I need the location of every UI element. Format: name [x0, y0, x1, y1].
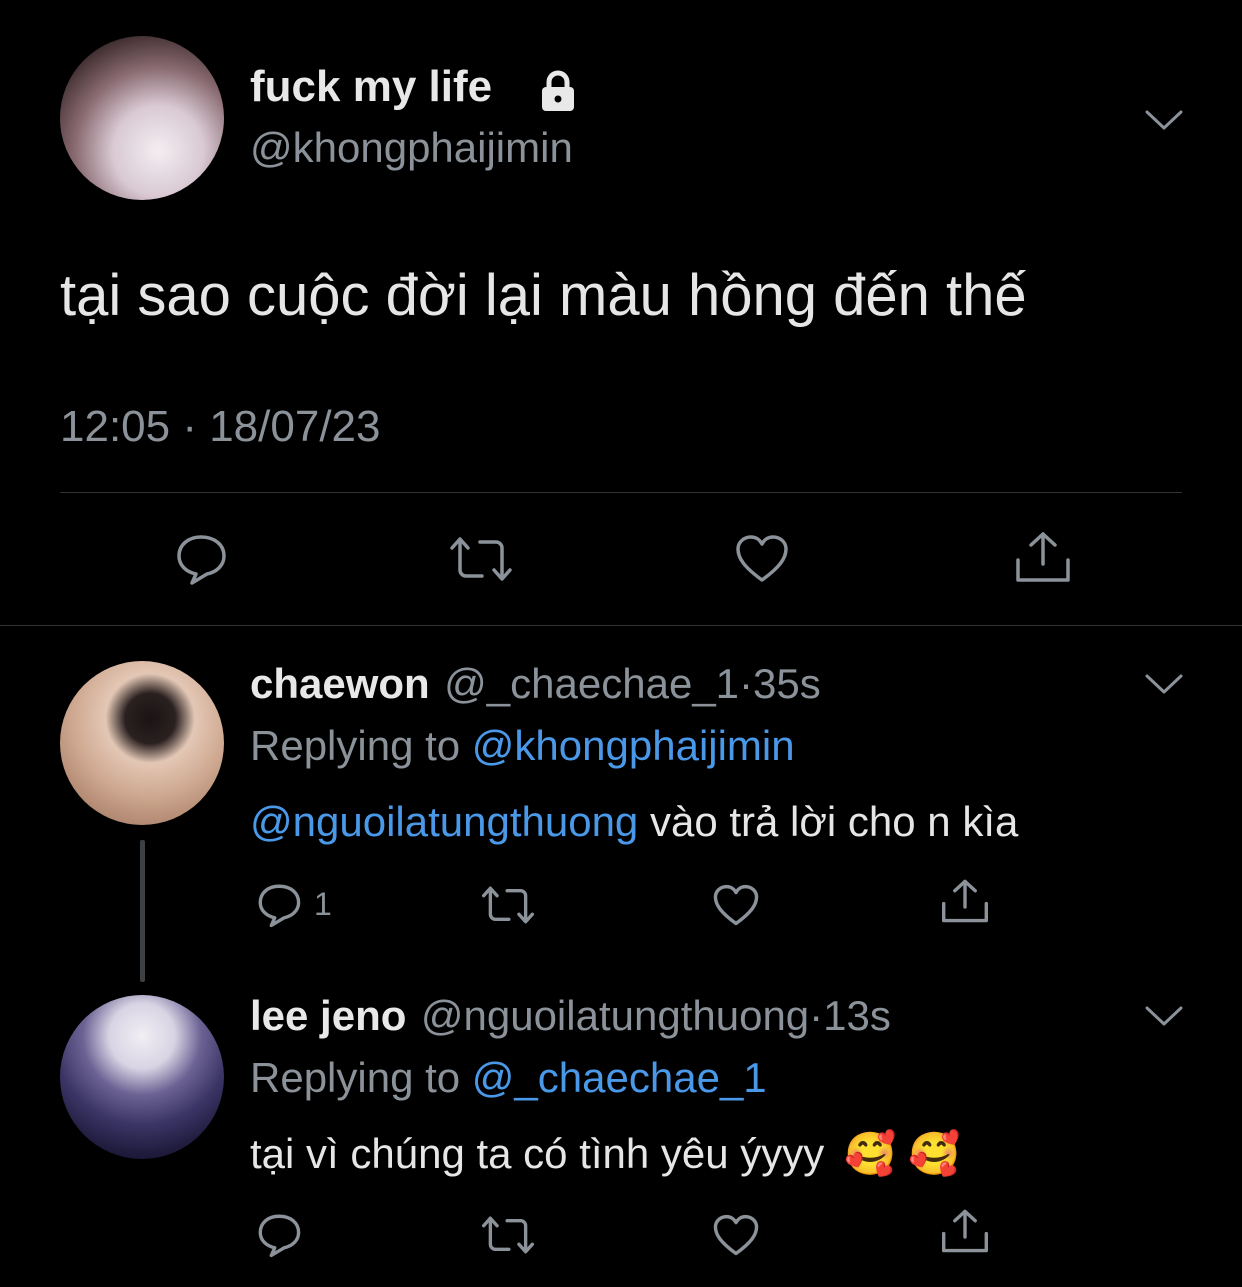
- share-icon[interactable]: [940, 878, 990, 924]
- like-icon[interactable]: [712, 884, 760, 927]
- author-display-name[interactable]: fuck my life: [250, 62, 492, 112]
- chevron-down-icon[interactable]: [1144, 672, 1184, 696]
- reply-avatar[interactable]: [60, 661, 224, 825]
- replying-to: Replying to @khongphaijimin: [250, 722, 795, 770]
- reply-icon[interactable]: [256, 1212, 302, 1258]
- share-icon[interactable]: [940, 1208, 990, 1254]
- author-handle[interactable]: @khongphaijimin: [250, 124, 573, 172]
- replying-to-link[interactable]: @_chaechae_1: [472, 1054, 767, 1101]
- chevron-down-icon[interactable]: [1144, 108, 1184, 132]
- replying-to-link[interactable]: @khongphaijimin: [472, 722, 795, 769]
- reply-text: @nguoilatungthuong vào trả lời cho n kìa: [250, 798, 1018, 846]
- retweet-icon[interactable]: [480, 884, 536, 926]
- reply-display-name[interactable]: chaewon: [250, 660, 430, 707]
- reply-body: tại vì chúng ta có tình yêu ýyyy: [250, 1130, 825, 1177]
- replying-to-label: Replying to: [250, 1054, 472, 1101]
- like-icon[interactable]: [734, 534, 790, 584]
- reply-body: vào trả lời cho n kìa: [638, 798, 1019, 845]
- divider: [60, 492, 1182, 493]
- reply-count: 1: [314, 886, 332, 922]
- reply-display-name[interactable]: lee jeno: [250, 992, 406, 1039]
- like-icon[interactable]: [712, 1214, 760, 1257]
- mention-link[interactable]: @nguoilatungthuong: [250, 798, 638, 845]
- chevron-down-icon[interactable]: [1144, 1004, 1184, 1028]
- lock-icon: [536, 70, 580, 112]
- retweet-icon[interactable]: [448, 534, 514, 584]
- reply-header: lee jeno @nguoilatungthuong·13s: [250, 992, 891, 1040]
- reply-icon[interactable]: [174, 532, 228, 586]
- reply-avatar[interactable]: [60, 995, 224, 1159]
- thread-line: [140, 840, 145, 982]
- retweet-icon[interactable]: [480, 1214, 536, 1256]
- divider: [0, 625, 1242, 626]
- replying-to: Replying to @_chaechae_1: [250, 1054, 767, 1102]
- reply-handle-time[interactable]: @nguoilatungthuong·13s: [421, 992, 891, 1039]
- reply-icon[interactable]: [256, 882, 302, 928]
- share-icon[interactable]: [1014, 530, 1072, 584]
- emoji: 🥰 🥰: [843, 1130, 961, 1177]
- reply-header: chaewon @_chaechae_1·35s: [250, 660, 821, 708]
- author-avatar[interactable]: [60, 36, 224, 200]
- tweet-text: tại sao cuộc đời lại màu hồng đến thế: [60, 263, 1027, 328]
- replying-to-label: Replying to: [250, 722, 472, 769]
- reply-handle-time[interactable]: @_chaechae_1·35s: [444, 660, 821, 707]
- tweet-timestamp[interactable]: 12:05 · 18/07/23: [60, 402, 380, 452]
- reply-text: tại vì chúng ta có tình yêu ýyyy 🥰 🥰: [250, 1130, 960, 1179]
